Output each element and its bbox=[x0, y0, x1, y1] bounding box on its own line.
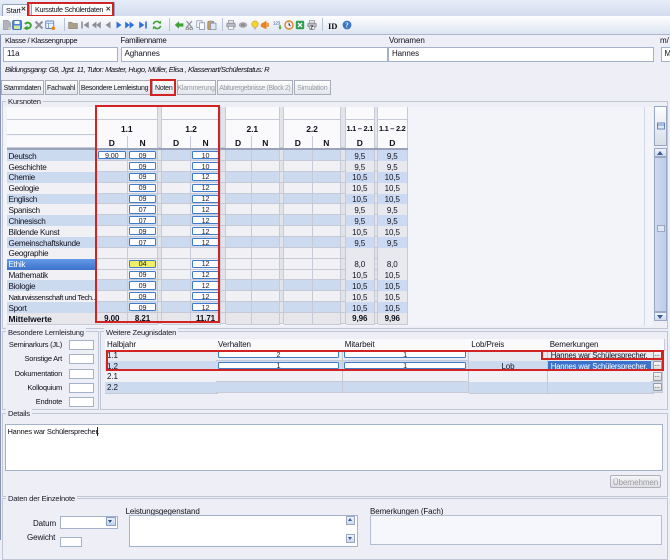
svg-text:?: ? bbox=[345, 22, 349, 30]
svg-text:123: 123 bbox=[273, 20, 281, 25]
svg-text:Z: Z bbox=[310, 26, 313, 30]
